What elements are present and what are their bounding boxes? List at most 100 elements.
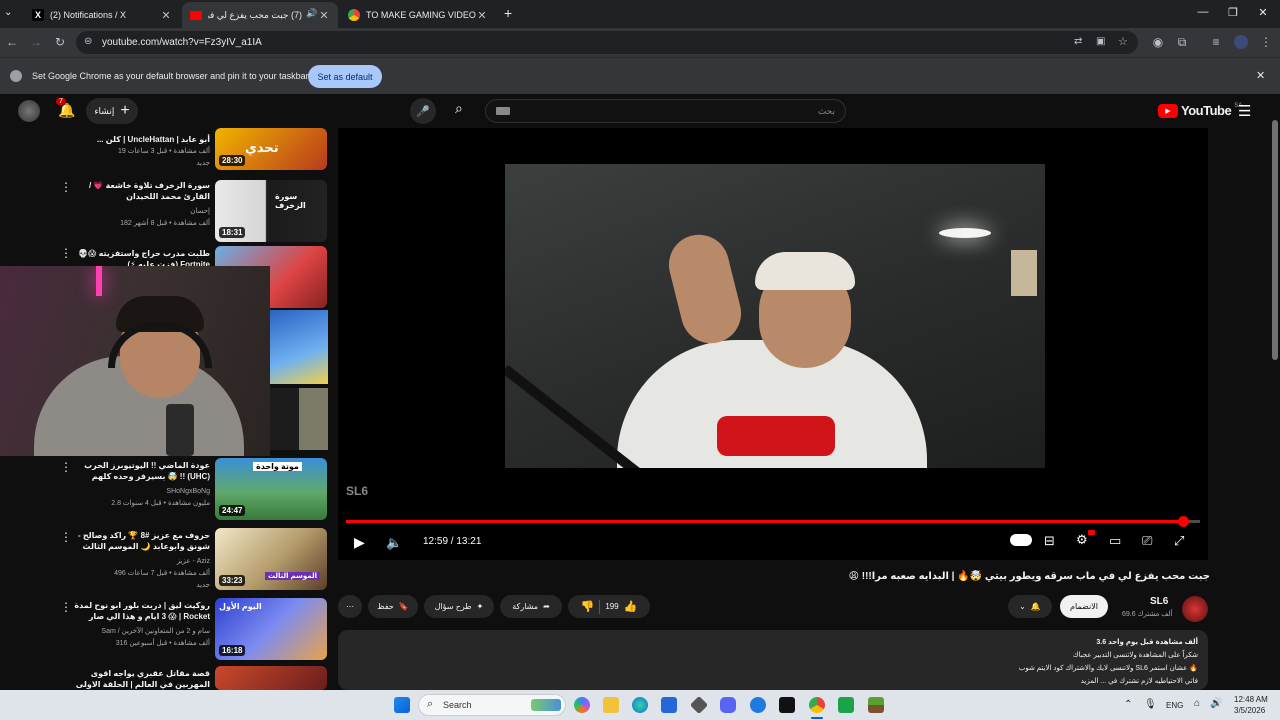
video-title[interactable]: حروف مع عزيز #8 🏆 راكد وصالح - شونق وابو… — [74, 530, 210, 552]
volume-icon[interactable]: 🔊 — [1210, 698, 1222, 709]
translate-icon[interactable]: ⇄ — [1074, 36, 1082, 47]
clock-time[interactable]: 12:48 AM — [1234, 695, 1268, 704]
dislike-icon[interactable]: 👎 — [581, 600, 595, 613]
close-window-icon[interactable]: ✕ — [1256, 6, 1270, 19]
autoplay-toggle-icon[interactable] — [1010, 534, 1032, 546]
video-title[interactable]: قصة مقاتل عقبري يواجه اقوى المهربين في ا… — [74, 668, 210, 690]
maximize-icon[interactable]: ❐ — [1226, 6, 1240, 19]
play-icon[interactable]: ▶ — [354, 534, 365, 551]
extensions-puzzle-icon[interactable]: ⧉ — [1174, 35, 1190, 50]
more-actions-button[interactable]: ⋯ — [338, 595, 362, 618]
channel-name[interactable]: عزيز - Aziz — [74, 556, 210, 567]
like-icon[interactable]: 👍 — [624, 600, 638, 613]
close-tab-icon[interactable]: ✕ — [476, 9, 488, 22]
channel-avatar[interactable] — [1182, 596, 1208, 622]
keyboard-icon[interactable] — [496, 107, 510, 115]
list-item[interactable]: سورة الزخرف 18:31 ⋮ سورة الزخرف تلاوة خا… — [60, 178, 330, 242]
app-icon[interactable] — [838, 697, 854, 713]
video-frame[interactable] — [505, 164, 1045, 468]
channel-name[interactable]: SL6 — [1150, 596, 1168, 607]
network-icon[interactable]: ⌂ — [1194, 698, 1200, 709]
back-icon[interactable]: ← — [4, 35, 20, 49]
list-item[interactable]: الموسم الثالث 33:23 ⋮ حروف مع عزيز #8 🏆 … — [60, 528, 330, 594]
tab-search-icon[interactable]: ⌄ — [4, 7, 12, 18]
video-thumbnail[interactable]: اليوم الأول 16:18 — [215, 598, 327, 660]
file-explorer-icon[interactable] — [603, 697, 619, 713]
close-infobar-icon[interactable]: ✕ — [1256, 69, 1265, 82]
minimize-icon[interactable]: — — [1196, 6, 1210, 18]
create-button[interactable]: إنشاء + — [86, 98, 138, 124]
channel-name[interactable]: Sam / سام و 2 من المتعاونين الآخرين — [74, 626, 210, 637]
chrome-menu-icon[interactable]: ⋮ — [1258, 35, 1274, 49]
page-scrollbar[interactable] — [1270, 94, 1280, 690]
search-button-icon[interactable]: ⌕ — [455, 100, 463, 117]
video-thumbnail[interactable]: تحدي 28:30 — [215, 128, 327, 170]
reload-icon[interactable]: ↻ — [52, 35, 68, 49]
video-player[interactable]: SL6 ▶ 🔈 12:59 / 13:21 ⊟ ⚙ ▭ ⎚ ⤢ — [338, 128, 1208, 560]
video-title[interactable]: سورة الزخرف تلاوة خاشعة 💗 / القارئ محمد … — [74, 180, 210, 202]
subtitles-icon[interactable]: ⊟ — [1044, 533, 1055, 549]
store-icon[interactable] — [661, 697, 677, 713]
more-options-icon[interactable]: ⋮ — [60, 600, 72, 614]
search-input[interactable]: بحث — [485, 99, 846, 123]
channel-name[interactable]: SHoNgxBoNg — [74, 486, 210, 497]
windows-start-icon[interactable] — [394, 697, 410, 713]
media-controls-icon[interactable]: ≡ — [1208, 35, 1224, 49]
site-info-icon[interactable]: ⊜ — [84, 36, 92, 47]
copilot-icon[interactable] — [574, 697, 590, 713]
clock-date[interactable]: 3/5/2026 — [1234, 706, 1265, 715]
more-options-icon[interactable]: ⋮ — [60, 460, 72, 474]
scrubber-handle[interactable] — [1177, 516, 1189, 527]
capcut-icon[interactable] — [779, 697, 795, 713]
cast-icon[interactable]: ⎚ — [1142, 533, 1152, 549]
progress-bar[interactable] — [346, 516, 1200, 527]
microphone-icon[interactable]: 🎙 — [1144, 699, 1157, 710]
install-icon[interactable]: ▣ — [1096, 36, 1105, 47]
list-item[interactable]: تحدي 28:30 ... كلن | UncleHattan | أبو ع… — [60, 128, 330, 178]
miniplayer-icon[interactable]: ▭ — [1109, 533, 1121, 549]
video-thumbnail[interactable]: الموسم الثالث 33:23 — [215, 528, 327, 590]
bookmark-star-icon[interactable]: ☆ — [1118, 35, 1128, 48]
close-tab-icon[interactable]: ✕ — [160, 9, 172, 22]
taskbar-search[interactable]: ⌕ Search — [418, 694, 566, 716]
set-as-default-button[interactable]: Set as default — [308, 65, 382, 88]
voice-search-icon[interactable]: 🎤 — [410, 98, 436, 124]
save-button[interactable]: حفظ 🔖 — [368, 595, 418, 618]
tab-gaming-video[interactable]: TO MAKE GAMING VIDEO NOT ✕ — [340, 2, 496, 28]
avatar[interactable] — [18, 100, 40, 122]
fullscreen-icon[interactable]: ⤢ — [1174, 533, 1184, 549]
channel-name[interactable]: إحسان — [74, 206, 210, 217]
list-item[interactable]: قصة مقاتل عقبري يواجه اقوى المهربين في ا… — [60, 666, 330, 690]
edge-icon[interactable] — [632, 697, 648, 713]
new-tab-icon[interactable]: + — [504, 5, 512, 21]
more-options-icon[interactable]: ⋮ — [60, 530, 72, 544]
share-button[interactable]: مشاركة ➦ — [500, 595, 562, 618]
description-box[interactable]: 3.6 ألف مشاهدة قبل يوم واحد شكراً على ال… — [338, 630, 1208, 690]
video-title[interactable]: عودة الماضي !! اليوتيوبرز الحرب بسيرفر و… — [74, 460, 210, 482]
language-indicator[interactable]: ENG — [1166, 701, 1183, 710]
chrome-icon[interactable] — [809, 697, 825, 713]
extension-icon[interactable]: ◉ — [1150, 35, 1166, 49]
video-thumbnail[interactable] — [270, 310, 328, 384]
video-thumbnail[interactable] — [215, 666, 327, 690]
discord-icon[interactable] — [720, 697, 736, 713]
close-tab-icon[interactable]: ✕ — [318, 9, 330, 22]
address-bar[interactable]: ⊜ youtube.com/watch?v=Fz3yIV_a1IA ⇄ ▣ ☆ — [76, 31, 1138, 54]
join-button[interactable]: الانضمام — [1060, 595, 1108, 618]
list-item[interactable]: موتة واحدة 24:47 ⋮ عودة الماضي !! اليوتي… — [60, 458, 330, 524]
video-title[interactable]: طلبت مدرب حراج واستفزيته 😱💀 (فزت عليه ⚡)… — [74, 248, 210, 268]
scrollbar-thumb[interactable] — [1272, 120, 1278, 360]
video-thumbnail[interactable]: موتة واحدة 24:47 — [215, 458, 327, 520]
list-item[interactable]: اليوم الأول 16:18 ⋮ روكيت ليق | دربت بلو… — [60, 598, 330, 664]
app-icon[interactable] — [689, 695, 709, 715]
tab-notifications-x[interactable]: X (2) Notifications / X ✕ — [24, 2, 180, 28]
more-options-icon[interactable]: ⋮ — [60, 180, 72, 194]
more-options-icon[interactable]: ⋮ — [60, 246, 72, 260]
video-thumbnail[interactable] — [270, 388, 328, 450]
subscribed-button[interactable]: ⌄ 🔔 — [1008, 595, 1052, 618]
volume-icon[interactable]: 🔈 — [386, 535, 402, 551]
ask-button[interactable]: طرح سؤال ✦ — [424, 595, 494, 618]
tray-chevron-icon[interactable]: ⌃ — [1124, 699, 1132, 710]
minecraft-icon[interactable] — [868, 697, 884, 713]
audio-icon[interactable]: 🔊 — [306, 8, 317, 19]
